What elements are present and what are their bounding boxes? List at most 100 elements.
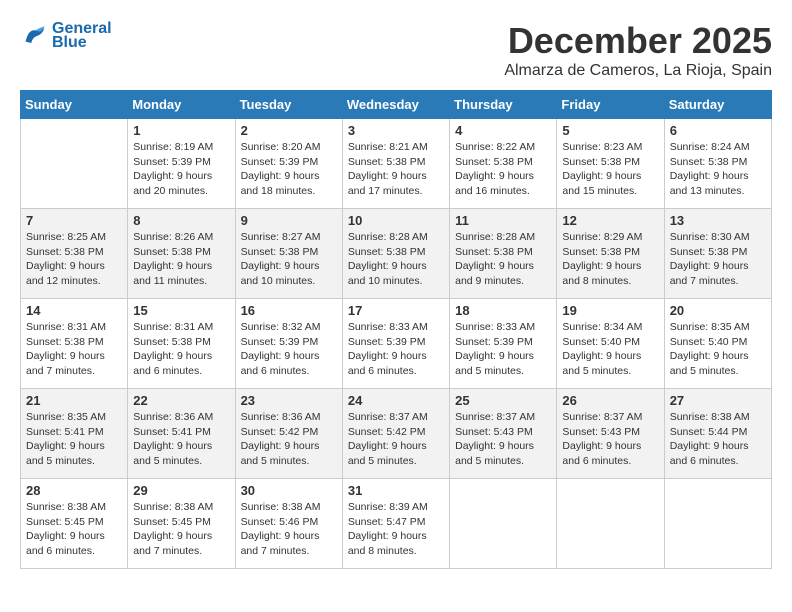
calendar-table: Sunday Monday Tuesday Wednesday Thursday… <box>20 90 772 569</box>
calendar-cell <box>21 119 128 209</box>
calendar-cell: 18 Sunrise: 8:33 AMSunset: 5:39 PMDayligh… <box>450 299 557 389</box>
calendar-cell: 9 Sunrise: 8:27 AMSunset: 5:38 PMDaylight… <box>235 209 342 299</box>
calendar-cell: 2 Sunrise: 8:20 AMSunset: 5:39 PMDaylight… <box>235 119 342 209</box>
day-info: Sunrise: 8:37 AMSunset: 5:43 PMDaylight:… <box>455 410 551 469</box>
day-info: Sunrise: 8:33 AMSunset: 5:39 PMDaylight:… <box>348 320 444 379</box>
day-number: 30 <box>241 483 337 498</box>
day-number: 25 <box>455 393 551 408</box>
calendar-cell: 31 Sunrise: 8:39 AMSunset: 5:47 PMDayligh… <box>342 479 449 569</box>
day-info: Sunrise: 8:26 AMSunset: 5:38 PMDaylight:… <box>133 230 229 289</box>
calendar-cell: 26Sunrise: 8:37 AMSunset: 5:43 PMDayligh… <box>557 389 664 479</box>
day-info: Sunrise: 8:27 AMSunset: 5:38 PMDaylight:… <box>241 230 337 289</box>
calendar-week-row: 21Sunrise: 8:35 AMSunset: 5:41 PMDayligh… <box>21 389 772 479</box>
calendar-cell: 12Sunrise: 8:29 AMSunset: 5:38 PMDayligh… <box>557 209 664 299</box>
calendar-cell: 19 Sunrise: 8:34 AMSunset: 5:40 PMDayligh… <box>557 299 664 389</box>
day-info: Sunrise: 8:31 AMSunset: 5:38 PMDaylight:… <box>26 320 122 379</box>
day-info: Sunrise: 8:38 AMSunset: 5:44 PMDaylight:… <box>670 410 766 469</box>
day-info: Sunrise: 8:36 AMSunset: 5:42 PMDaylight:… <box>241 410 337 469</box>
calendar-cell: 16 Sunrise: 8:32 AMSunset: 5:39 PMDayligh… <box>235 299 342 389</box>
calendar-cell: 4 Sunrise: 8:22 AMSunset: 5:38 PMDaylight… <box>450 119 557 209</box>
day-number: 24 <box>348 393 444 408</box>
calendar-cell <box>557 479 664 569</box>
day-info: Sunrise: 8:28 AMSunset: 5:38 PMDaylight:… <box>348 230 444 289</box>
calendar-cell: 30 Sunrise: 8:38 AMSunset: 5:46 PMDayligh… <box>235 479 342 569</box>
day-info: Sunrise: 8:20 AMSunset: 5:39 PMDaylight:… <box>241 140 337 199</box>
calendar-cell: 29Sunrise: 8:38 AMSunset: 5:45 PMDayligh… <box>128 479 235 569</box>
calendar-cell: 21Sunrise: 8:35 AMSunset: 5:41 PMDayligh… <box>21 389 128 479</box>
calendar-week-row: 1 Sunrise: 8:19 AMSunset: 5:39 PMDaylight… <box>21 119 772 209</box>
day-number: 11 <box>455 213 551 228</box>
day-number: 4 <box>455 123 551 138</box>
day-number: 19 <box>562 303 658 318</box>
day-number: 5 <box>562 123 658 138</box>
calendar-cell: 3 Sunrise: 8:21 AMSunset: 5:38 PMDaylight… <box>342 119 449 209</box>
day-number: 13 <box>670 213 766 228</box>
title-area: December 2025 Almarza de Cameros, La Rio… <box>504 20 772 80</box>
calendar-cell: 1 Sunrise: 8:19 AMSunset: 5:39 PMDaylight… <box>128 119 235 209</box>
day-number: 16 <box>241 303 337 318</box>
day-info: Sunrise: 8:37 AMSunset: 5:42 PMDaylight:… <box>348 410 444 469</box>
day-info: Sunrise: 8:37 AMSunset: 5:43 PMDaylight:… <box>562 410 658 469</box>
col-saturday: Saturday <box>664 91 771 119</box>
calendar-cell: 11 Sunrise: 8:28 AMSunset: 5:38 PMDayligh… <box>450 209 557 299</box>
day-number: 7 <box>26 213 122 228</box>
day-number: 3 <box>348 123 444 138</box>
calendar-cell: 7Sunrise: 8:25 AMSunset: 5:38 PMDaylight… <box>21 209 128 299</box>
calendar-cell: 8 Sunrise: 8:26 AMSunset: 5:38 PMDaylight… <box>128 209 235 299</box>
col-sunday: Sunday <box>21 91 128 119</box>
day-info: Sunrise: 8:21 AMSunset: 5:38 PMDaylight:… <box>348 140 444 199</box>
location-title: Almarza de Cameros, La Rioja, Spain <box>504 62 772 80</box>
day-number: 2 <box>241 123 337 138</box>
day-number: 27 <box>670 393 766 408</box>
day-info: Sunrise: 8:28 AMSunset: 5:38 PMDaylight:… <box>455 230 551 289</box>
month-title: December 2025 <box>504 20 772 62</box>
col-monday: Monday <box>128 91 235 119</box>
day-number: 9 <box>241 213 337 228</box>
day-number: 12 <box>562 213 658 228</box>
calendar-body: 1 Sunrise: 8:19 AMSunset: 5:39 PMDaylight… <box>21 119 772 569</box>
col-tuesday: Tuesday <box>235 91 342 119</box>
day-info: Sunrise: 8:39 AMSunset: 5:47 PMDaylight:… <box>348 500 444 559</box>
calendar-cell <box>664 479 771 569</box>
col-thursday: Thursday <box>450 91 557 119</box>
day-info: Sunrise: 8:34 AMSunset: 5:40 PMDaylight:… <box>562 320 658 379</box>
day-number: 28 <box>26 483 122 498</box>
calendar-cell: 13 Sunrise: 8:30 AMSunset: 5:38 PMDayligh… <box>664 209 771 299</box>
day-info: Sunrise: 8:30 AMSunset: 5:38 PMDaylight:… <box>670 230 766 289</box>
day-info: Sunrise: 8:38 AMSunset: 5:45 PMDaylight:… <box>26 500 122 559</box>
day-number: 15 <box>133 303 229 318</box>
day-number: 23 <box>241 393 337 408</box>
day-number: 18 <box>455 303 551 318</box>
day-number: 1 <box>133 123 229 138</box>
day-info: Sunrise: 8:19 AMSunset: 5:39 PMDaylight:… <box>133 140 229 199</box>
day-number: 14 <box>26 303 122 318</box>
day-info: Sunrise: 8:33 AMSunset: 5:39 PMDaylight:… <box>455 320 551 379</box>
day-number: 8 <box>133 213 229 228</box>
day-number: 10 <box>348 213 444 228</box>
calendar-cell: 5Sunrise: 8:23 AMSunset: 5:38 PMDaylight… <box>557 119 664 209</box>
day-info: Sunrise: 8:31 AMSunset: 5:38 PMDaylight:… <box>133 320 229 379</box>
calendar-header: Sunday Monday Tuesday Wednesday Thursday… <box>21 91 772 119</box>
day-number: 6 <box>670 123 766 138</box>
day-info: Sunrise: 8:22 AMSunset: 5:38 PMDaylight:… <box>455 140 551 199</box>
day-info: Sunrise: 8:38 AMSunset: 5:46 PMDaylight:… <box>241 500 337 559</box>
calendar-cell: 24 Sunrise: 8:37 AMSunset: 5:42 PMDayligh… <box>342 389 449 479</box>
calendar-cell: 27 Sunrise: 8:38 AMSunset: 5:44 PMDayligh… <box>664 389 771 479</box>
calendar-week-row: 7Sunrise: 8:25 AMSunset: 5:38 PMDaylight… <box>21 209 772 299</box>
day-number: 22 <box>133 393 229 408</box>
calendar-cell: 28 Sunrise: 8:38 AMSunset: 5:45 PMDayligh… <box>21 479 128 569</box>
col-friday: Friday <box>557 91 664 119</box>
day-info: Sunrise: 8:32 AMSunset: 5:39 PMDaylight:… <box>241 320 337 379</box>
calendar-week-row: 14 Sunrise: 8:31 AMSunset: 5:38 PMDayligh… <box>21 299 772 389</box>
day-info: Sunrise: 8:38 AMSunset: 5:45 PMDaylight:… <box>133 500 229 559</box>
calendar-cell: 15 Sunrise: 8:31 AMSunset: 5:38 PMDayligh… <box>128 299 235 389</box>
calendar-cell: 20Sunrise: 8:35 AMSunset: 5:40 PMDayligh… <box>664 299 771 389</box>
day-number: 31 <box>348 483 444 498</box>
calendar-cell: 6Sunrise: 8:24 AMSunset: 5:38 PMDaylight… <box>664 119 771 209</box>
day-number: 20 <box>670 303 766 318</box>
day-info: Sunrise: 8:35 AMSunset: 5:41 PMDaylight:… <box>26 410 122 469</box>
logo: General Blue <box>20 20 112 52</box>
calendar-cell: 17Sunrise: 8:33 AMSunset: 5:39 PMDayligh… <box>342 299 449 389</box>
calendar-week-row: 28 Sunrise: 8:38 AMSunset: 5:45 PMDayligh… <box>21 479 772 569</box>
calendar-cell: 14 Sunrise: 8:31 AMSunset: 5:38 PMDayligh… <box>21 299 128 389</box>
